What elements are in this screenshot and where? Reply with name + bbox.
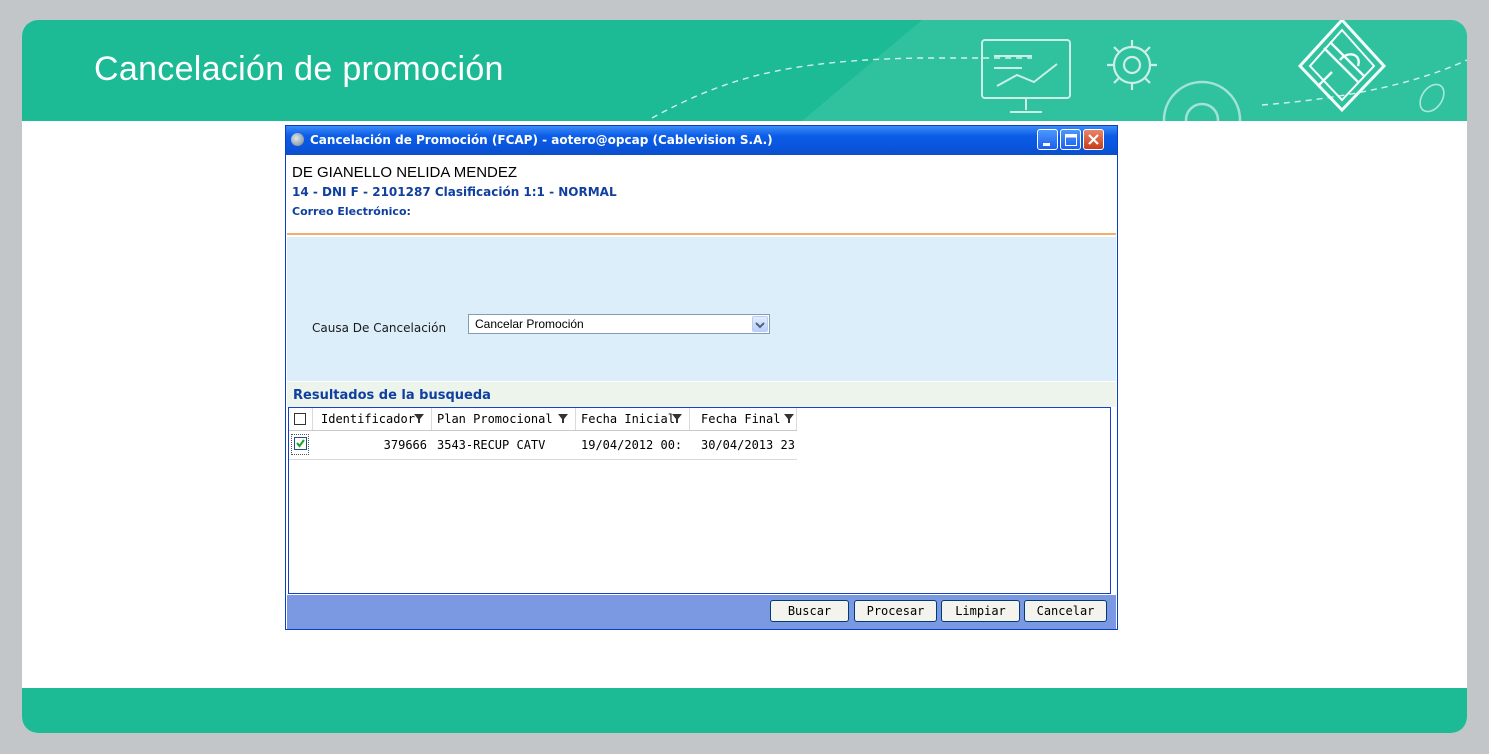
table-row[interactable]: 379666 3543-RECUP CATV 19/04/2012 00: 30… bbox=[289, 431, 797, 460]
results-grid[interactable]: Identificador Plan Promocional Fecha Ini… bbox=[288, 407, 1111, 594]
email-label: Correo Electrónico: bbox=[292, 205, 411, 218]
button-bar: Buscar Procesar Limpiar Cancelar bbox=[287, 595, 1116, 629]
customer-name: DE GIANELLO NELIDA MENDEZ bbox=[292, 164, 518, 181]
filter-icon[interactable] bbox=[557, 412, 569, 424]
cell-fecha-final: 30/04/2013 23 bbox=[701, 438, 795, 452]
filter-icon[interactable] bbox=[413, 412, 425, 424]
cell-plan: 3543-RECUP CATV bbox=[437, 438, 546, 452]
filter-icon[interactable] bbox=[783, 412, 795, 424]
close-button[interactable] bbox=[1083, 129, 1104, 150]
close-icon bbox=[1088, 134, 1099, 145]
slide-title: Cancelación de promoción bbox=[94, 50, 504, 88]
col-header-fecha-inicial[interactable]: Fecha Inicial bbox=[576, 408, 690, 430]
row-checkbox[interactable] bbox=[294, 437, 307, 450]
select-all-checkbox[interactable] bbox=[294, 413, 306, 425]
minimize-button[interactable] bbox=[1037, 129, 1058, 150]
cancel-cause-label: Causa De Cancelación bbox=[312, 321, 447, 335]
chevron-down-icon[interactable] bbox=[752, 316, 768, 332]
procesar-button[interactable]: Procesar bbox=[854, 600, 937, 622]
slide-header: Cancelación de promoción bbox=[22, 20, 1467, 121]
results-title: Resultados de la busqueda bbox=[293, 388, 491, 403]
grid-header: Identificador Plan Promocional Fecha Ini… bbox=[289, 408, 797, 431]
col-header-plan[interactable]: Plan Promocional bbox=[432, 408, 576, 430]
select-all-cell bbox=[289, 408, 313, 430]
form-area: Causa De Cancelación Cancelar Promoción bbox=[287, 237, 1116, 381]
filter-icon[interactable] bbox=[671, 412, 683, 424]
maximize-button[interactable] bbox=[1060, 129, 1081, 150]
window-titlebar[interactable]: Cancelación de Promoción (FCAP) - aotero… bbox=[286, 126, 1117, 155]
results-header: Resultados de la busqueda bbox=[287, 382, 1116, 407]
row-select-cell bbox=[289, 431, 313, 459]
window-title: Cancelación de Promoción (FCAP) - aotero… bbox=[310, 133, 773, 147]
col-header-identificador[interactable]: Identificador bbox=[313, 408, 432, 430]
col-header-fecha-final[interactable]: Fecha Final bbox=[690, 408, 797, 430]
cancel-cause-select[interactable]: Cancelar Promoción bbox=[468, 314, 770, 334]
cancel-cause-value: Cancelar Promoción bbox=[475, 317, 584, 331]
cancelar-button[interactable]: Cancelar bbox=[1024, 600, 1107, 622]
buscar-button[interactable]: Buscar bbox=[770, 600, 849, 622]
cell-identificador: 379666 bbox=[383, 438, 427, 452]
header-separator bbox=[287, 233, 1116, 235]
check-icon bbox=[296, 439, 305, 448]
slide-footer bbox=[22, 688, 1467, 733]
cell-fecha-inicial: 19/04/2012 00: bbox=[581, 438, 683, 452]
limpiar-button[interactable]: Limpiar bbox=[941, 600, 1020, 622]
app-window: Cancelación de Promoción (FCAP) - aotero… bbox=[285, 125, 1118, 630]
app-globe-icon bbox=[291, 133, 304, 146]
customer-info: 14 - DNI F - 2101287 Clasificación 1:1 -… bbox=[292, 185, 617, 199]
